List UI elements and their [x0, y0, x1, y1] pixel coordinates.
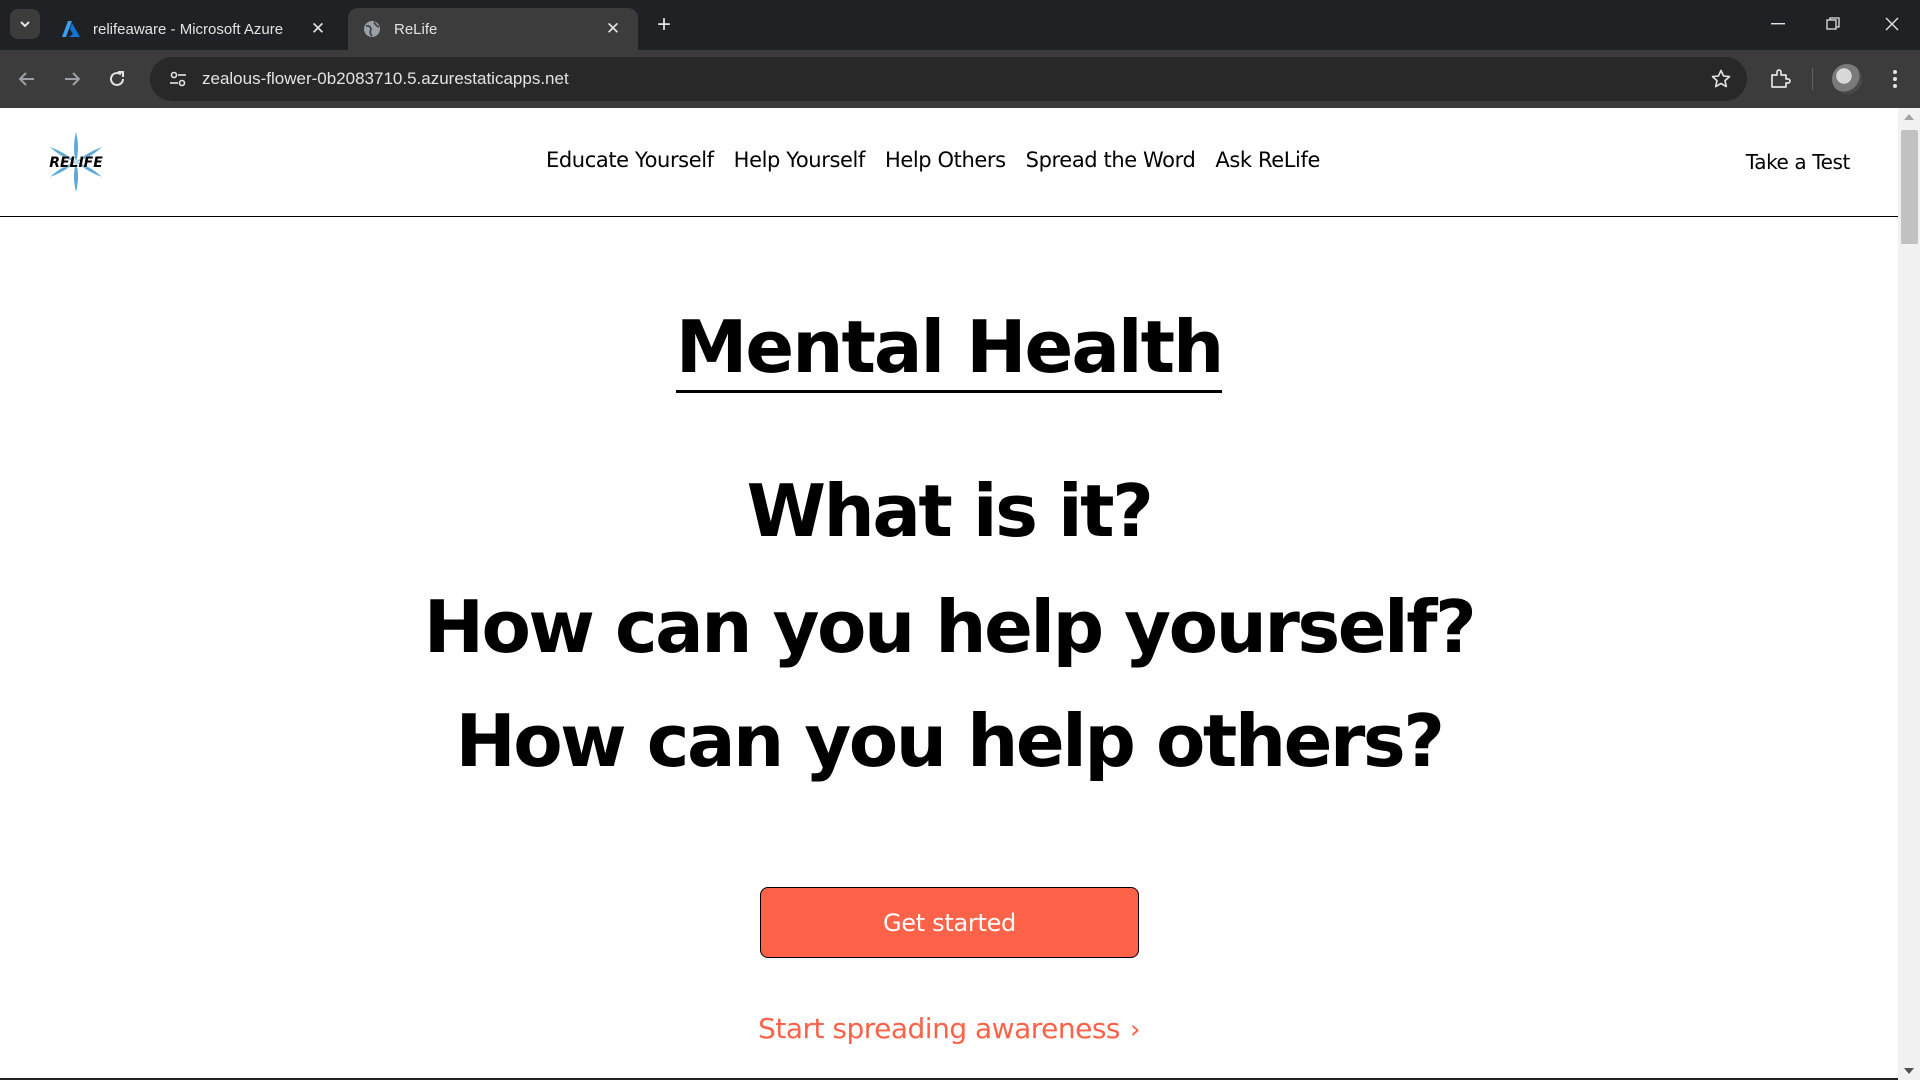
tab-azure[interactable]: relifeaware - Microsoft Azure ✕: [47, 8, 343, 50]
site-info-icon[interactable]: [156, 57, 200, 101]
tab-title: ReLife: [394, 20, 438, 38]
page-title: Mental Health: [675, 304, 1224, 393]
close-icon[interactable]: ✕: [307, 18, 329, 40]
nav-educate-yourself[interactable]: Educate Yourself: [546, 148, 714, 172]
browser-tabstrip: relifeaware - Microsoft Azure ✕ ReLife ✕…: [0, 0, 1920, 50]
hero-title-wrap: Mental Health: [0, 304, 1898, 393]
url-text: zealous-flower-0b2083710.5.azurestaticap…: [202, 69, 569, 88]
site-header: RELIFE Educate Yourself Help Yourself He…: [0, 108, 1898, 217]
toolbar-divider: [1812, 68, 1813, 90]
hero-question-help-yourself: How can you help yourself?: [423, 585, 1477, 669]
address-bar[interactable]: zealous-flower-0b2083710.5.azurestaticap…: [150, 57, 1747, 101]
main-nav: Educate Yourself Help Yourself Help Othe…: [546, 148, 1320, 172]
hero-question-what: What is it?: [746, 469, 1154, 553]
globe-icon: [362, 19, 382, 39]
new-tab-button[interactable]: +: [650, 11, 678, 39]
hero-question-help-others: How can you help others?: [455, 699, 1445, 783]
page-viewport: RELIFE Educate Yourself Help Yourself He…: [0, 108, 1920, 1080]
spread-awareness-link[interactable]: Start spreading awareness ›: [0, 1012, 1898, 1045]
close-icon[interactable]: ✕: [602, 18, 624, 40]
nav-help-yourself[interactable]: Help Yourself: [734, 148, 866, 172]
tab-relife[interactable]: ReLife ✕: [348, 8, 638, 50]
profile-avatar[interactable]: [1832, 64, 1862, 94]
extensions-icon[interactable]: [1765, 64, 1795, 94]
logo-wordmark: RELIFE: [49, 155, 103, 171]
scroll-thumb[interactable]: [1901, 130, 1918, 244]
scroll-up-arrow-icon[interactable]: [1904, 114, 1914, 120]
nav-help-others[interactable]: Help Others: [885, 148, 1006, 172]
back-icon[interactable]: [10, 62, 44, 96]
get-started-button[interactable]: Get started: [760, 887, 1139, 958]
nav-ask-relife[interactable]: Ask ReLife: [1215, 148, 1320, 172]
page-scrollbar[interactable]: [1898, 108, 1920, 1080]
minimize-icon[interactable]: [1752, 6, 1804, 42]
bookmark-star-icon[interactable]: [1709, 67, 1733, 91]
window-close-icon[interactable]: [1866, 6, 1918, 42]
spread-awareness-label: Start spreading awareness: [758, 1012, 1120, 1045]
forward-icon[interactable]: [55, 62, 89, 96]
azure-icon: [61, 19, 81, 39]
chevron-down-icon: [20, 21, 30, 28]
browser-toolbar: zealous-flower-0b2083710.5.azurestaticap…: [0, 50, 1920, 108]
menu-kebab-icon[interactable]: [1880, 64, 1910, 94]
chevron-right-icon: ›: [1130, 1015, 1140, 1045]
scroll-down-arrow-icon[interactable]: [1904, 1068, 1914, 1074]
nav-spread-the-word[interactable]: Spread the Word: [1026, 148, 1196, 172]
relife-logo[interactable]: RELIFE: [48, 130, 104, 194]
restore-icon[interactable]: [1807, 6, 1859, 42]
tab-search-button[interactable]: [10, 9, 40, 39]
take-a-test-link[interactable]: Take a Test: [1746, 150, 1851, 174]
tab-title: relifeaware - Microsoft Azure: [93, 20, 284, 38]
reload-icon[interactable]: [100, 62, 134, 96]
